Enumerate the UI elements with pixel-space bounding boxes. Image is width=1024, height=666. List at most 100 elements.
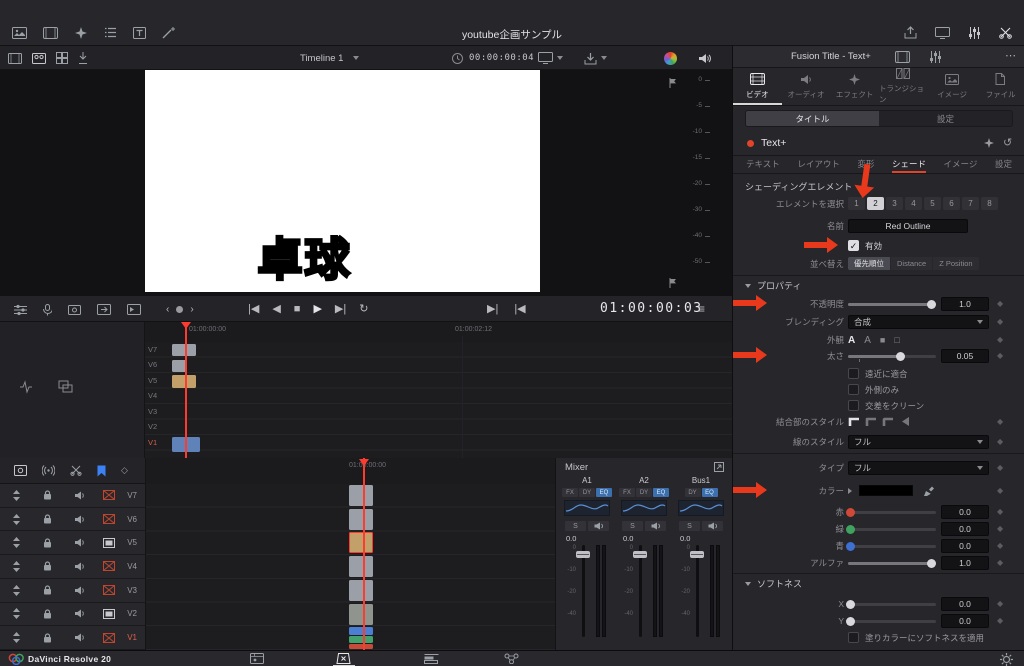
match-frame-in-icon[interactable]: |◀ (514, 296, 525, 323)
tune-icon[interactable] (14, 304, 27, 316)
solo-button[interactable]: S (679, 521, 700, 531)
track-move-icon[interactable] (12, 513, 21, 525)
keyframe-icon[interactable]: ◆ (997, 558, 1003, 567)
tab-effects[interactable]: エフェクト (830, 68, 879, 105)
tab-settings[interactable]: 設定 (879, 111, 1012, 126)
element-5-button[interactable]: 5 (924, 197, 941, 210)
titles-icon[interactable] (133, 26, 146, 39)
element-7-button[interactable]: 7 (962, 197, 979, 210)
lock-icon[interactable] (43, 538, 52, 548)
softness-y-slider[interactable] (846, 616, 936, 626)
mute-speaker-button[interactable] (588, 521, 609, 531)
dual-timeline-icon[interactable] (43, 26, 58, 39)
export-dropdown[interactable] (584, 46, 607, 70)
border-outline-button[interactable]: □ (894, 335, 899, 345)
keyframe-icon[interactable]: ◆ (997, 351, 1003, 360)
keyframe-icon[interactable]: ◆ (997, 524, 1003, 533)
clip-v6[interactable] (349, 509, 373, 530)
lock-icon[interactable] (43, 561, 52, 571)
color-swatch[interactable] (859, 485, 913, 496)
fader-value[interactable]: 0.0 (680, 534, 690, 543)
edit-page-icon[interactable] (424, 653, 439, 664)
disable-track-icon[interactable] (103, 561, 115, 572)
mute-speaker-icon[interactable] (74, 562, 85, 571)
keyframe-diamond-icon[interactable]: ◇ (121, 465, 128, 476)
lock-icon[interactable] (43, 609, 52, 619)
keyframe-icon[interactable]: ◆ (997, 335, 1003, 344)
sort-distance-button[interactable]: Distance (891, 257, 933, 270)
clip-v4[interactable] (349, 556, 373, 577)
scissors-icon[interactable] (999, 27, 1012, 39)
keyframe-icon[interactable]: ◆ (997, 541, 1003, 550)
video-preview[interactable]: 卓球 (145, 70, 540, 292)
opacity-slider[interactable] (848, 299, 936, 309)
clip-v7[interactable] (349, 485, 373, 506)
fader-knob[interactable] (633, 551, 647, 558)
keyframe-editor-icon[interactable] (929, 51, 942, 63)
fader-track[interactable] (696, 545, 699, 637)
eq-button[interactable]: EQ (596, 488, 612, 497)
eq-display[interactable] (564, 500, 610, 516)
mute-speaker-button[interactable] (702, 521, 723, 531)
tab-image[interactable]: イメージ (944, 158, 978, 173)
softness-x-slider[interactable] (846, 599, 936, 609)
join-miter-button[interactable] (848, 416, 860, 427)
expand-color-icon[interactable] (848, 488, 852, 494)
more-options-icon[interactable]: ⋯ (1005, 49, 1016, 62)
microphone-icon[interactable] (43, 303, 52, 316)
source-clip-icon[interactable] (8, 52, 22, 64)
settings-gear-icon[interactable] (1000, 653, 1013, 666)
element-1-button[interactable]: 1 (848, 197, 865, 210)
properties-section-header[interactable]: プロパティ (745, 279, 801, 292)
line-style-dropdown[interactable]: フル (848, 435, 989, 449)
alpha-slider[interactable] (848, 558, 936, 568)
keyframe-icon[interactable]: ◆ (997, 299, 1003, 308)
fader-value[interactable]: 0.0 (623, 534, 633, 543)
eq-button[interactable]: EQ (653, 488, 669, 497)
fader-track[interactable] (582, 545, 585, 637)
track-move-icon[interactable] (12, 584, 21, 596)
clip-v1-audio[interactable] (349, 636, 373, 643)
razor-icon[interactable] (70, 465, 82, 476)
color-wheel-icon[interactable] (664, 51, 677, 65)
mixer-panel-icon[interactable] (968, 26, 981, 39)
disable-track-icon[interactable] (103, 632, 115, 643)
stop-button[interactable]: ■ (294, 296, 301, 323)
expand-mixer-icon[interactable] (714, 462, 724, 472)
track-move-icon[interactable] (12, 537, 21, 549)
timeline-timecode[interactable]: 01:00:00:03 (600, 301, 703, 316)
element-4-button[interactable]: 4 (905, 197, 922, 210)
join-arrow-button[interactable] (899, 416, 911, 427)
tab-image[interactable]: イメージ (928, 68, 977, 105)
blending-dropdown[interactable]: 合成 (848, 315, 989, 329)
tab-title[interactable]: タイトル (746, 111, 879, 126)
play-button[interactable]: ▶ (313, 296, 321, 323)
insert-clip-icon[interactable] (97, 304, 111, 315)
clean-intersections-checkbox[interactable] (848, 400, 859, 411)
mute-speaker-button[interactable] (645, 521, 666, 531)
join-round-button[interactable] (865, 416, 877, 427)
grid-view-icon[interactable] (56, 52, 68, 64)
title-overlay-text[interactable]: 卓球 (256, 223, 351, 288)
magic-star-icon[interactable] (983, 138, 995, 149)
clip-v3[interactable] (349, 580, 373, 601)
disable-track-icon[interactable] (103, 514, 115, 525)
fx-button[interactable]: FX (562, 488, 578, 497)
tab-settings2[interactable]: 設定 (995, 158, 1012, 173)
blue-slider[interactable] (846, 541, 936, 551)
clip-v7[interactable] (172, 344, 196, 356)
element-6-button[interactable]: 6 (943, 197, 960, 210)
track-move-icon[interactable] (12, 560, 21, 572)
fx-button[interactable]: FX (619, 488, 635, 497)
match-frame-out-icon[interactable]: ▶| (487, 296, 498, 323)
mute-speaker-icon[interactable] (74, 633, 85, 642)
tab-transition[interactable]: トランジション (879, 68, 928, 105)
snapshot-icon[interactable] (14, 465, 27, 476)
thickness-value[interactable]: 0.05 (941, 349, 989, 363)
node-color-dot[interactable] (747, 140, 754, 147)
audio-volume-icon[interactable] (698, 53, 711, 64)
green-slider[interactable] (846, 524, 936, 534)
dynamics-button[interactable]: DY (579, 488, 595, 497)
track-header-v3[interactable]: V3 (0, 579, 145, 603)
mute-speaker-icon[interactable] (74, 538, 85, 547)
